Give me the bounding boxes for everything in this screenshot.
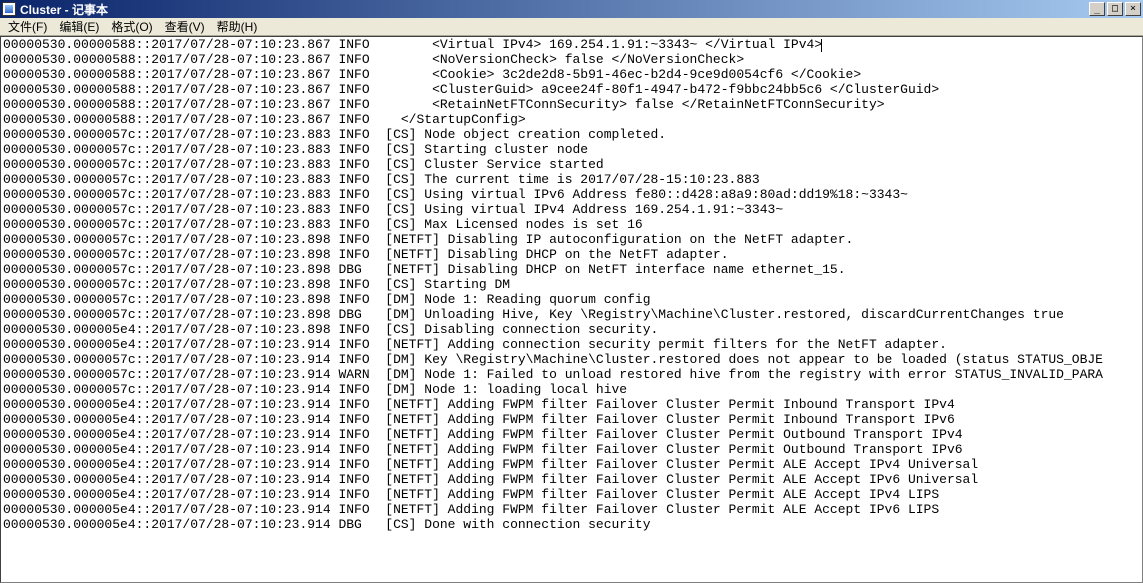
- log-line: 00000530.000005e4::2017/07/28-07:10:23.9…: [3, 442, 1140, 457]
- app-icon: [2, 2, 16, 16]
- menu-file[interactable]: 文件(F): [2, 17, 53, 36]
- log-line: 00000530.00000588::2017/07/28-07:10:23.8…: [3, 112, 1140, 127]
- menu-edit[interactable]: 编辑(E): [53, 17, 105, 36]
- close-button[interactable]: ×: [1125, 2, 1141, 16]
- log-line: 00000530.0000057c::2017/07/28-07:10:23.8…: [3, 157, 1140, 172]
- menu-help[interactable]: 帮助(H): [211, 17, 264, 36]
- titlebar[interactable]: Cluster - 记事本 _ □ ×: [0, 0, 1143, 18]
- log-line: 00000530.0000057c::2017/07/28-07:10:23.8…: [3, 307, 1140, 322]
- log-line: 00000530.000005e4::2017/07/28-07:10:23.9…: [3, 502, 1140, 517]
- log-line: 00000530.000005e4::2017/07/28-07:10:23.9…: [3, 397, 1140, 412]
- log-line: 00000530.0000057c::2017/07/28-07:10:23.8…: [3, 202, 1140, 217]
- log-line: 00000530.000005e4::2017/07/28-07:10:23.9…: [3, 427, 1140, 442]
- log-line: 00000530.0000057c::2017/07/28-07:10:23.8…: [3, 262, 1140, 277]
- log-line: 00000530.000005e4::2017/07/28-07:10:23.9…: [3, 337, 1140, 352]
- menu-view[interactable]: 查看(V): [159, 17, 211, 36]
- log-line: 00000530.0000057c::2017/07/28-07:10:23.8…: [3, 172, 1140, 187]
- log-line: 00000530.00000588::2017/07/28-07:10:23.8…: [3, 37, 1140, 52]
- log-line: 00000530.00000588::2017/07/28-07:10:23.8…: [3, 82, 1140, 97]
- log-line: 00000530.000005e4::2017/07/28-07:10:23.9…: [3, 457, 1140, 472]
- log-line: 00000530.000005e4::2017/07/28-07:10:23.9…: [3, 472, 1140, 487]
- log-line: 00000530.0000057c::2017/07/28-07:10:23.8…: [3, 277, 1140, 292]
- menu-format[interactable]: 格式(O): [105, 17, 158, 36]
- log-line: 00000530.0000057c::2017/07/28-07:10:23.8…: [3, 187, 1140, 202]
- minimize-button[interactable]: _: [1089, 2, 1105, 16]
- window-title: Cluster - 记事本: [20, 1, 108, 18]
- log-line: 00000530.0000057c::2017/07/28-07:10:23.8…: [3, 292, 1140, 307]
- log-line: 00000530.000005e4::2017/07/28-07:10:23.9…: [3, 412, 1140, 427]
- log-line: 00000530.0000057c::2017/07/28-07:10:23.8…: [3, 232, 1140, 247]
- log-line: 00000530.0000057c::2017/07/28-07:10:23.8…: [3, 142, 1140, 157]
- text-area[interactable]: 00000530.00000588::2017/07/28-07:10:23.8…: [0, 36, 1143, 583]
- log-line: 00000530.0000057c::2017/07/28-07:10:23.9…: [3, 367, 1140, 382]
- log-line: 00000530.000005e4::2017/07/28-07:10:23.9…: [3, 517, 1140, 532]
- maximize-button[interactable]: □: [1107, 2, 1123, 16]
- log-line: 00000530.00000588::2017/07/28-07:10:23.8…: [3, 97, 1140, 112]
- log-line: 00000530.00000588::2017/07/28-07:10:23.8…: [3, 67, 1140, 82]
- log-line: 00000530.0000057c::2017/07/28-07:10:23.9…: [3, 352, 1140, 367]
- log-line: 00000530.000005e4::2017/07/28-07:10:23.9…: [3, 487, 1140, 502]
- log-line: 00000530.0000057c::2017/07/28-07:10:23.8…: [3, 127, 1140, 142]
- log-line: 00000530.000005e4::2017/07/28-07:10:23.8…: [3, 322, 1140, 337]
- text-cursor: [821, 39, 822, 52]
- menubar: 文件(F) 编辑(E) 格式(O) 查看(V) 帮助(H): [0, 18, 1143, 36]
- log-line: 00000530.0000057c::2017/07/28-07:10:23.8…: [3, 217, 1140, 232]
- log-line: 00000530.00000588::2017/07/28-07:10:23.8…: [3, 52, 1140, 67]
- log-line: 00000530.0000057c::2017/07/28-07:10:23.9…: [3, 382, 1140, 397]
- log-line: 00000530.0000057c::2017/07/28-07:10:23.8…: [3, 247, 1140, 262]
